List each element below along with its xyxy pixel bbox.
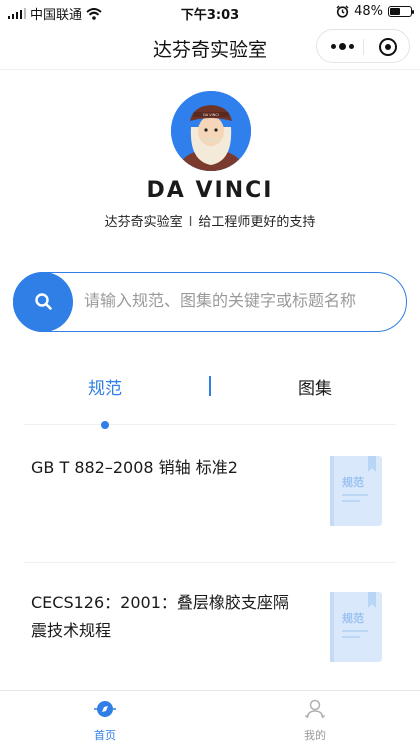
book-icon: 规范 xyxy=(330,592,382,662)
tab-atlas[interactable]: 图集 xyxy=(298,374,332,399)
bottom-tab-bar: 首页 我的 xyxy=(0,690,420,747)
nav-bar: 达芬奇实验室 xyxy=(0,24,420,70)
book-badge: 规范 xyxy=(342,612,364,625)
tab-standards[interactable]: 规范 xyxy=(88,374,122,399)
tagline: 达芬奇实验室 I 给工程师更好的支持 xyxy=(0,211,420,230)
tabbar-home[interactable]: 首页 xyxy=(75,697,135,743)
tabs-underline xyxy=(24,424,396,425)
bookmark-icon xyxy=(368,592,376,608)
item-title: GB T 882–2008 销轴 标准2 xyxy=(31,458,238,477)
davinci-portrait: DA VINCI xyxy=(171,91,251,171)
more-icon[interactable] xyxy=(331,43,354,50)
tabbar-home-label: 首页 xyxy=(94,729,116,742)
active-tab-indicator xyxy=(101,421,109,429)
tagline-separator: I xyxy=(188,215,193,230)
list-item[interactable]: CECS126：2001：叠层橡胶支座隔震技术规程 规范 xyxy=(0,575,420,685)
search-bar xyxy=(13,272,407,332)
search-input[interactable] xyxy=(84,291,394,310)
category-tabs: 规范 图集 xyxy=(0,370,420,400)
search-icon xyxy=(35,293,52,310)
menu-capsule xyxy=(316,29,410,63)
bookmark-icon xyxy=(368,456,376,472)
close-target-icon[interactable] xyxy=(379,38,397,56)
brand-name: DA VINCI xyxy=(146,178,274,203)
compass-icon xyxy=(94,701,116,717)
item-title: CECS126：2001：叠层橡胶支座隔震技术规程 xyxy=(31,593,289,640)
tagline-left: 达芬奇实验室 xyxy=(104,215,183,230)
tagline-right: 给工程师更好的支持 xyxy=(198,215,316,230)
tabbar-mine[interactable]: 我的 xyxy=(285,697,345,743)
list-divider xyxy=(24,562,396,563)
avatar-badge: DA VINCI xyxy=(203,113,219,117)
tabbar-mine-label: 我的 xyxy=(304,729,326,742)
capsule-divider xyxy=(363,39,364,55)
battery-percent: 48% xyxy=(354,4,383,19)
search-button[interactable] xyxy=(13,272,73,332)
status-right: 48% xyxy=(336,4,414,19)
list-item[interactable]: GB T 882–2008 销轴 标准2 规范 xyxy=(0,440,420,560)
status-bar: 中国联通 下午3:03 48% xyxy=(0,0,420,24)
user-icon xyxy=(305,699,325,719)
book-icon: 规范 xyxy=(330,456,382,526)
tab-divider xyxy=(209,376,211,396)
book-badge: 规范 xyxy=(342,476,364,489)
avatar: DA VINCI xyxy=(171,91,251,171)
alarm-icon xyxy=(336,5,349,18)
battery-icon xyxy=(388,6,414,17)
